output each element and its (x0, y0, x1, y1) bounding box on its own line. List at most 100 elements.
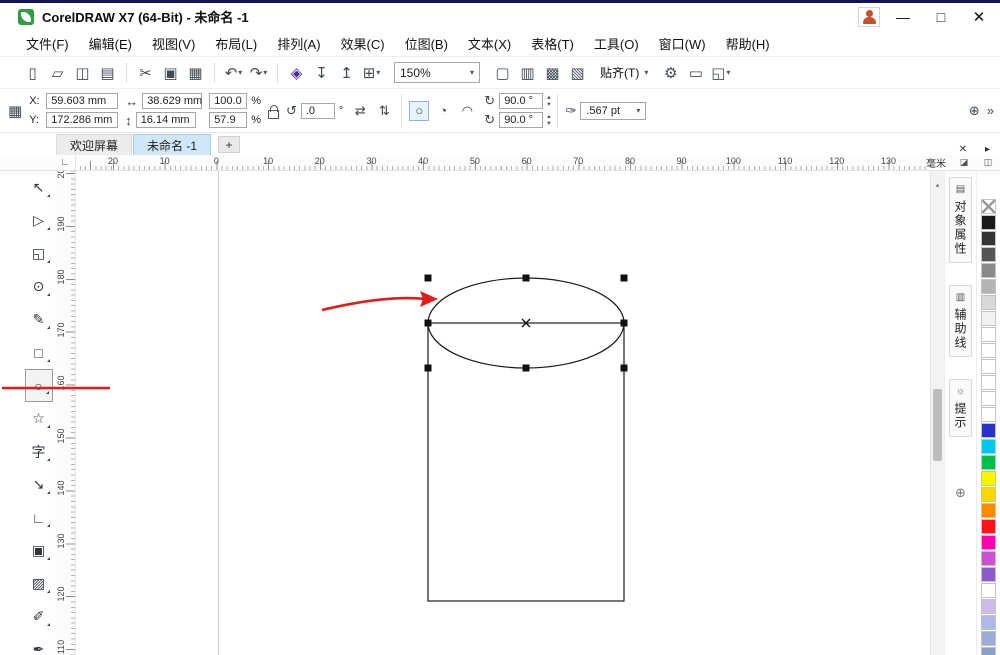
zoom-tool[interactable]: ⊙ (25, 270, 53, 303)
color-swatch[interactable] (981, 583, 996, 598)
color-swatch[interactable] (981, 487, 996, 502)
mirror-horizontal-button[interactable]: ⇄ (350, 101, 370, 121)
menu-item[interactable]: 效果(C) (331, 34, 395, 53)
start-angle-field[interactable]: 90.0 ° (499, 93, 543, 109)
show-guidelines-icon[interactable]: ▧ (565, 61, 590, 85)
end-angle-field[interactable]: 90.0 ° (499, 112, 543, 128)
transparency-tool[interactable]: ▨ (25, 567, 53, 600)
undo-icon[interactable]: ↶▾ (221, 61, 246, 85)
outline-pen-tool[interactable]: ✒ (25, 633, 53, 655)
color-swatch[interactable] (981, 295, 996, 310)
menu-item[interactable]: 文件(F) (16, 34, 79, 53)
selection-handle[interactable] (425, 275, 432, 282)
selection-handle[interactable] (425, 320, 432, 327)
object-width-field[interactable]: 38.629 mm (142, 93, 202, 109)
menu-item[interactable]: 编辑(E) (79, 34, 142, 53)
start-angle-stepper[interactable]: ▴▾ (547, 94, 550, 109)
paste-icon[interactable]: ▦ (183, 61, 208, 85)
new-document-icon[interactable]: ▯ (20, 61, 45, 85)
color-swatch[interactable] (981, 599, 996, 614)
color-swatch[interactable] (981, 647, 996, 655)
quick-customize-plus-icon[interactable]: ⊕ (969, 103, 980, 119)
color-swatch[interactable] (981, 375, 996, 390)
selection-handle[interactable] (523, 275, 530, 282)
docker-tab-object-properties[interactable]: ▤对象属性 (949, 177, 972, 263)
color-swatch[interactable] (981, 631, 996, 646)
color-eyedropper-tool[interactable]: ✐ (25, 600, 53, 633)
mirror-vertical-button[interactable]: ⇅ (374, 101, 394, 121)
color-swatch[interactable] (981, 519, 996, 534)
parallel-dimension-tool[interactable]: ↘ (25, 468, 53, 501)
print-icon[interactable]: ▤ (95, 61, 120, 85)
ellipse-mode-button[interactable]: ○ (409, 101, 429, 121)
open-folder-icon[interactable]: ▱ (45, 61, 70, 85)
ellipse-tool[interactable]: ○ (25, 369, 53, 402)
menu-item[interactable]: 表格(T) (521, 34, 584, 53)
maximize-button[interactable]: □ (926, 9, 956, 25)
menu-item[interactable]: 窗口(W) (649, 34, 716, 53)
color-swatch[interactable] (981, 343, 996, 358)
polygon-tool[interactable]: ☆ (25, 402, 53, 435)
rotation-angle-field[interactable]: .0 (301, 103, 335, 119)
color-swatch[interactable] (981, 391, 996, 406)
docker-tab-hints[interactable]: ☼提示 (949, 379, 972, 437)
search-content-icon[interactable]: ◈ (284, 61, 309, 85)
color-swatch[interactable] (981, 455, 996, 470)
close-button[interactable]: ✕ (964, 8, 994, 26)
zoom-level-select[interactable]: 150% ▾ (394, 62, 480, 83)
shape-tool[interactable]: ▷ (25, 204, 53, 237)
vertical-ruler[interactable]: 200190180170160150140130120110 (55, 171, 76, 655)
user-account-icon[interactable] (858, 7, 880, 27)
color-swatch[interactable] (981, 535, 996, 550)
scale-y-field[interactable]: 57.9 (209, 112, 247, 128)
tab-welcome-screen[interactable]: 欢迎屏幕 (56, 134, 132, 155)
cut-icon[interactable]: ✂ (133, 61, 158, 85)
pie-mode-button[interactable]: ◔ (433, 101, 453, 121)
drawing-canvas[interactable] (76, 171, 930, 655)
redo-icon[interactable]: ↷▾ (246, 61, 271, 85)
color-swatch[interactable] (981, 231, 996, 246)
menu-item[interactable]: 布局(L) (205, 34, 267, 53)
menu-item[interactable]: 排列(A) (267, 34, 330, 53)
docker-expand-icon[interactable]: ▸ (985, 144, 990, 155)
menu-item[interactable]: 工具(O) (584, 34, 649, 53)
pick-tool[interactable]: ↖ (25, 171, 53, 204)
display-options-icon[interactable]: ◱▾ (708, 61, 733, 85)
color-swatch[interactable] (981, 215, 996, 230)
copy-icon[interactable]: ▣ (158, 61, 183, 85)
minimize-button[interactable]: — (888, 9, 918, 25)
outline-width-select[interactable]: .567 pt ▾ (580, 102, 646, 120)
menu-item[interactable]: 文本(X) (458, 34, 521, 53)
crop-tool[interactable]: ◱ (25, 237, 53, 270)
no-color-swatch[interactable] (981, 199, 996, 214)
selection-handle[interactable] (621, 275, 628, 282)
new-tab-button[interactable]: + (218, 136, 240, 153)
color-swatch[interactable] (981, 615, 996, 630)
color-swatch[interactable] (981, 407, 996, 422)
color-swatch[interactable] (981, 567, 996, 582)
menu-item[interactable]: 视图(V) (142, 34, 205, 53)
tab-untitled-1[interactable]: 未命名 -1 (133, 134, 211, 155)
color-swatch[interactable] (981, 551, 996, 566)
color-swatch[interactable] (981, 279, 996, 294)
propbar-overflow-icon[interactable]: » (987, 103, 994, 118)
color-swatch[interactable] (981, 359, 996, 374)
color-swatch[interactable] (981, 327, 996, 342)
scale-x-field[interactable]: 100.0 (209, 93, 247, 109)
menu-item[interactable]: 位图(B) (395, 34, 458, 53)
quick-customize-icon[interactable]: ⊕ (955, 485, 966, 501)
menu-item[interactable]: 帮助(H) (716, 34, 780, 53)
lock-ratio-icon[interactable] (268, 110, 279, 119)
object-height-field[interactable]: 16.14 mm (136, 112, 196, 128)
docker-tab-guidelines[interactable]: ▥辅助线 (949, 285, 972, 357)
scroll-up-icon[interactable]: ▴ (931, 181, 944, 189)
color-swatch[interactable] (981, 247, 996, 262)
ruler-origin-icon[interactable]: ∟ (60, 157, 70, 168)
options-icon[interactable]: ⚙ (658, 61, 683, 85)
color-swatch[interactable] (981, 423, 996, 438)
full-screen-preview-icon[interactable]: ▢ (490, 61, 515, 85)
color-swatch[interactable] (981, 263, 996, 278)
drop-shadow-tool[interactable]: ▣ (25, 534, 53, 567)
snap-to-dropdown[interactable]: 贴齐(T) ▾ (590, 64, 658, 81)
arc-mode-button[interactable]: ◠ (457, 101, 477, 121)
